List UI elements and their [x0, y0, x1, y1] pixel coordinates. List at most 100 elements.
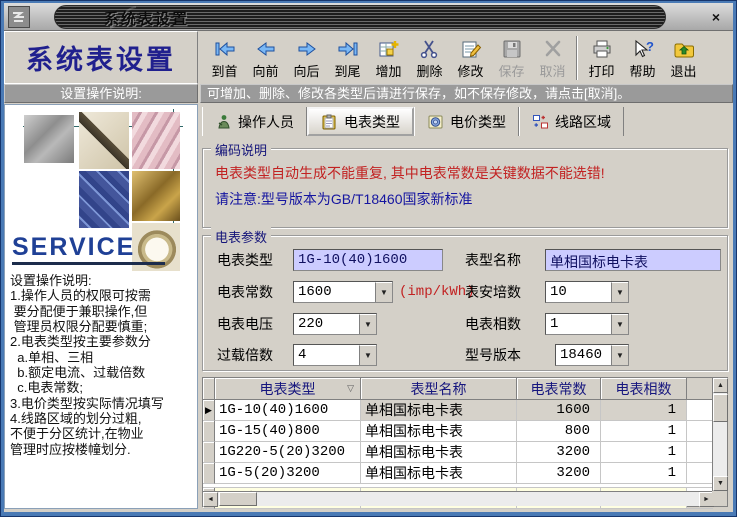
- instructions-text: 设置操作说明: 1.操作人员的权限可按需 要分配便于兼职操作,但 管理员权限分配…: [10, 273, 196, 457]
- horizontal-scrollbar[interactable]: ◄ ►: [203, 491, 714, 506]
- phases-label: 电表相数: [465, 314, 521, 334]
- modify-edit-icon: [459, 37, 483, 59]
- svg-text:?: ?: [646, 39, 654, 54]
- tab-operators[interactable]: 操作人员: [202, 107, 307, 136]
- window-title: 系统表设置: [104, 8, 189, 29]
- model-name-label: 表型名称: [465, 250, 521, 270]
- table-row[interactable]: 1G220-5(20)3200 单相国标电卡表 3200 1: [203, 442, 713, 463]
- meter-constant-combobox[interactable]: 1600 ▼: [293, 281, 393, 303]
- main-panel: 操作人员 电表类型 电价类型 线路区域: [200, 104, 733, 509]
- collage-photo-pen: [79, 112, 129, 169]
- exit-folder-icon: [672, 37, 696, 59]
- column-header-model-name[interactable]: 表型名称: [361, 378, 517, 400]
- collage-photo-watch-gold: [132, 171, 180, 221]
- app-logo-icon: [8, 6, 30, 28]
- clipboard-icon: [321, 114, 338, 130]
- scroll-down-icon[interactable]: ▼: [713, 476, 728, 491]
- app-title-panel: 系统表设置: [4, 31, 198, 84]
- modify-button[interactable]: 修改: [450, 33, 491, 83]
- column-header-meter-constant[interactable]: 电表常数: [517, 378, 601, 400]
- table-row[interactable]: ▶ 1G-10(40)1600 单相国标电卡表 1600 1: [203, 400, 713, 421]
- tab-label: 电表类型: [344, 112, 400, 132]
- meter-type-label: 电表类型: [217, 250, 273, 270]
- close-button[interactable]: ×: [707, 8, 725, 26]
- model-version-label: 型号版本: [465, 345, 521, 365]
- chevron-down-icon[interactable]: ▼: [359, 345, 376, 365]
- groupbox-title: 电表参数: [211, 227, 271, 246]
- next-button[interactable]: 向后: [286, 33, 327, 83]
- chevron-down-icon[interactable]: ▼: [375, 282, 392, 302]
- form-row: 过载倍数 4 ▼ 型号版本 18460 ▼: [203, 343, 727, 367]
- amperage-label: 表安培数: [465, 282, 521, 302]
- model-version-combobox[interactable]: 18460 ▼: [555, 344, 629, 366]
- unit-text: (imp/kWh): [399, 284, 475, 300]
- model-name-input[interactable]: 单相国标电卡表: [545, 249, 721, 271]
- row-selector: [203, 442, 215, 463]
- region-boxes-icon: [532, 114, 549, 130]
- meter-params-groupbox: 电表参数 电表类型 1G-10(40)1600 表型名称 单相国标电卡表 电表常…: [202, 235, 728, 371]
- scroll-left-icon[interactable]: ◄: [203, 492, 218, 507]
- vertical-scrollbar[interactable]: ▲ ▼: [712, 378, 727, 491]
- last-button[interactable]: 到尾: [327, 33, 368, 83]
- amperage-combobox[interactable]: 10 ▼: [545, 281, 629, 303]
- vertical-scroll-thumb[interactable]: [713, 394, 728, 422]
- add-record-icon: [377, 37, 401, 59]
- table-row[interactable]: 1G-5(20)3200 单相国标电卡表 3200 1: [203, 463, 713, 484]
- save-button[interactable]: 保存: [491, 33, 532, 83]
- form-row: 电表类型 1G-10(40)1600 表型名称 单相国标电卡表: [203, 248, 727, 272]
- go-next-icon: [295, 37, 319, 59]
- tab-price-type[interactable]: 电价类型: [414, 107, 519, 136]
- form-row: 电表常数 1600 ▼ (imp/kWh) 表安培数 10 ▼: [203, 280, 727, 304]
- title-bar[interactable]: 系统表设置 ×: [4, 3, 733, 31]
- cancel-button[interactable]: 取消: [532, 33, 573, 83]
- chevron-down-icon[interactable]: ▼: [611, 345, 628, 365]
- tab-meter-type[interactable]: 电表类型: [307, 107, 414, 136]
- row-selector: [203, 463, 215, 484]
- go-prev-icon: [254, 37, 278, 59]
- grid-corner-cell: [203, 378, 215, 400]
- window-frame: 系统表设置 × 系统表设置 到首 向前: [0, 0, 737, 517]
- first-button[interactable]: 到首: [204, 33, 245, 83]
- meter-constant-label: 电表常数: [217, 282, 273, 302]
- sidebar-caption: 设置操作说明:: [4, 84, 198, 103]
- sort-indicator-icon: ▽: [347, 383, 354, 394]
- collage-photo-tools: [24, 115, 74, 163]
- toolbar: 到首 向前 向后 到尾: [200, 31, 733, 84]
- chevron-down-icon[interactable]: ▼: [611, 314, 628, 334]
- hint-message-bar: 可增加、删除、修改各类型后请进行保存，如不保存修改，请点击[取消]。: [200, 84, 733, 103]
- tab-line-region[interactable]: 线路区域: [519, 107, 624, 136]
- tab-label: 操作人员: [238, 112, 294, 132]
- operator-person-icon: [215, 114, 232, 130]
- voltage-combobox[interactable]: 220 ▼: [293, 313, 377, 335]
- coin-icon: [427, 114, 444, 130]
- note-text: 请注意:型号版本为GB/T18460国家新标准: [215, 189, 473, 209]
- form-row: 电表电压 220 ▼ 电表相数 1 ▼: [203, 312, 727, 336]
- toolbar-separator: [576, 36, 578, 80]
- delete-button[interactable]: 删除: [409, 33, 450, 83]
- tab-bar: 操作人员 电表类型 电价类型 线路区域: [202, 107, 624, 136]
- scroll-up-icon[interactable]: ▲: [713, 378, 728, 393]
- tab-label: 线路区域: [555, 112, 611, 132]
- add-button[interactable]: 增加: [368, 33, 409, 83]
- meter-type-input[interactable]: 1G-10(40)1600: [293, 249, 443, 271]
- subheader-row: 设置操作说明: 可增加、删除、修改各类型后请进行保存，如不保存修改，请点击[取消…: [4, 84, 733, 104]
- chevron-down-icon[interactable]: ▼: [359, 314, 376, 334]
- collage-photo-keyboard: [79, 171, 129, 228]
- help-button[interactable]: ? 帮助: [622, 33, 663, 83]
- chevron-down-icon[interactable]: ▼: [611, 282, 628, 302]
- go-last-icon: [336, 37, 360, 59]
- voltage-label: 电表电压: [217, 314, 273, 334]
- column-header-phases[interactable]: 电表相数: [601, 378, 687, 400]
- column-header-meter-type[interactable]: 电表类型 ▽: [215, 378, 361, 400]
- page-title: 系统表设置: [26, 38, 176, 77]
- table-row[interactable]: 1G-15(40)800 单相国标电卡表 800 1: [203, 421, 713, 442]
- go-first-icon: [213, 37, 237, 59]
- tab-label: 电价类型: [450, 112, 506, 132]
- prev-button[interactable]: 向前: [245, 33, 286, 83]
- phases-combobox[interactable]: 1 ▼: [545, 313, 629, 335]
- exit-button[interactable]: 退出: [663, 33, 704, 83]
- overload-combobox[interactable]: 4 ▼: [293, 344, 377, 366]
- horizontal-scroll-thumb[interactable]: [219, 492, 257, 506]
- row-selector: [203, 421, 215, 442]
- print-button[interactable]: 打印: [581, 33, 622, 83]
